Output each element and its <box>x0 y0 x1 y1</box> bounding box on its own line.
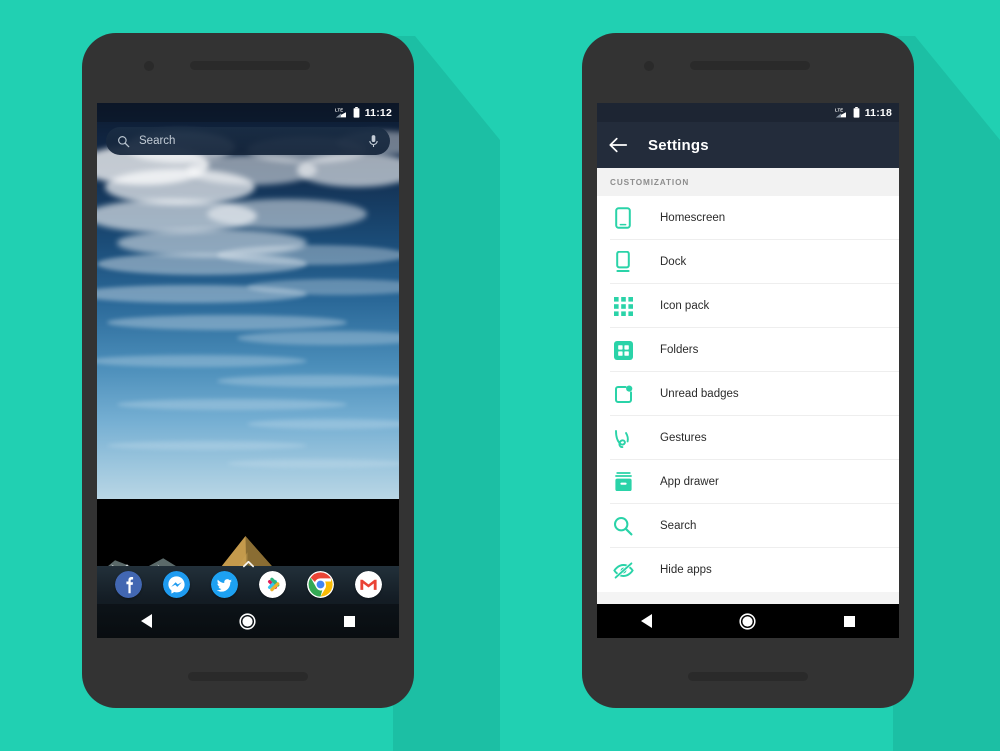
app-icon-gmail[interactable] <box>354 570 382 598</box>
earpiece-speaker <box>190 61 310 70</box>
battery-icon <box>853 107 860 118</box>
settings-item-search[interactable]: Search <box>597 504 899 548</box>
earpiece-speaker <box>690 61 810 70</box>
svg-text:LTE: LTE <box>335 108 343 113</box>
dock <box>97 567 399 601</box>
settings-status-bar: LTE 11:18 <box>597 103 899 122</box>
app-icon-messenger[interactable] <box>162 570 190 598</box>
phone-outline-icon <box>610 207 636 229</box>
section-header-customization: CUSTOMIZATION <box>597 168 899 196</box>
settings-item-dock[interactable]: Dock <box>597 240 899 284</box>
folder-grid-icon <box>610 340 636 360</box>
settings-item-label: Folders <box>660 344 699 356</box>
settings-phone: LTE 11:18 Settings CUSTOMIZATION Homescr… <box>582 33 914 708</box>
settings-item-folders[interactable]: Folders <box>597 328 899 372</box>
app-icon-chrome[interactable] <box>306 570 334 598</box>
search-icon <box>118 135 130 147</box>
dock-icon <box>610 251 636 273</box>
back-button[interactable] <box>640 614 652 628</box>
settings-nav-bar <box>597 604 899 638</box>
microphone-icon[interactable] <box>368 134 379 149</box>
arrow-back-icon[interactable] <box>609 137 628 153</box>
recents-button[interactable] <box>844 615 856 627</box>
settings-item-app-drawer[interactable]: App drawer <box>597 460 899 504</box>
battery-icon <box>353 107 360 118</box>
recents-button[interactable] <box>344 615 356 627</box>
drawer-box-icon <box>610 472 636 492</box>
settings-item-gestures[interactable]: Gestures <box>597 416 899 460</box>
app-icon-twitter[interactable] <box>210 570 238 598</box>
settings-item-label: Icon pack <box>660 300 710 312</box>
bottom-speaker-grille <box>688 672 808 681</box>
settings-item-unread-badges[interactable]: Unread badges <box>597 372 899 416</box>
settings-list: Homescreen Dock Icon pack Folders Unread… <box>597 196 899 592</box>
settings-item-label: Hide apps <box>660 564 712 576</box>
badge-icon <box>610 385 636 404</box>
status-time: 11:12 <box>364 106 392 119</box>
settings-app-bar: Settings <box>597 122 899 168</box>
wallpaper <box>97 103 399 638</box>
app-icon-facebook[interactable] <box>114 570 142 598</box>
homescreen-phone: LTE 11:12 Search <box>82 33 414 708</box>
home-button[interactable] <box>239 612 257 630</box>
settings-item-homescreen[interactable]: Homescreen <box>597 196 899 240</box>
app-icon-slack[interactable] <box>258 570 286 598</box>
settings-item-icon-pack[interactable]: Icon pack <box>597 284 899 328</box>
status-icons: LTE <box>835 107 860 118</box>
homescreen-nav-bar <box>97 604 399 638</box>
grid-dots-icon <box>610 296 636 316</box>
search-bar[interactable]: Search <box>106 127 390 155</box>
svg-text:LTE: LTE <box>835 108 843 113</box>
search-placeholder: Search <box>139 135 176 147</box>
settings-item-label: Homescreen <box>660 212 726 224</box>
status-icons: LTE <box>335 107 360 118</box>
settings-screen: LTE 11:18 Settings CUSTOMIZATION Homescr… <box>597 103 899 638</box>
bottom-speaker-grille <box>188 672 308 681</box>
list-bottom-spacer <box>597 592 899 604</box>
back-button[interactable] <box>140 614 152 628</box>
settings-item-hide-apps[interactable]: Hide apps <box>597 548 899 592</box>
status-time: 11:18 <box>864 106 892 119</box>
settings-item-label: Dock <box>660 256 687 268</box>
lte-signal-icon: LTE <box>835 108 846 118</box>
lte-signal-icon: LTE <box>335 108 346 118</box>
homescreen-screen: LTE 11:12 Search <box>97 103 399 638</box>
homescreen-status-bar: LTE 11:12 <box>97 103 399 122</box>
eye-off-icon <box>610 561 636 579</box>
front-camera-dot <box>644 61 654 71</box>
page-title: Settings <box>648 136 709 154</box>
settings-item-label: Search <box>660 520 697 532</box>
scene: LTE 11:12 Search LTE 11:18 Settings CUST… <box>0 0 1000 751</box>
front-camera-dot <box>144 61 154 71</box>
gesture-swirl-icon <box>610 428 636 448</box>
settings-item-label: Gestures <box>660 432 707 444</box>
settings-item-label: App drawer <box>660 476 719 488</box>
settings-item-label: Unread badges <box>660 388 739 400</box>
home-button[interactable] <box>739 612 757 630</box>
magnifier-icon <box>610 516 636 536</box>
